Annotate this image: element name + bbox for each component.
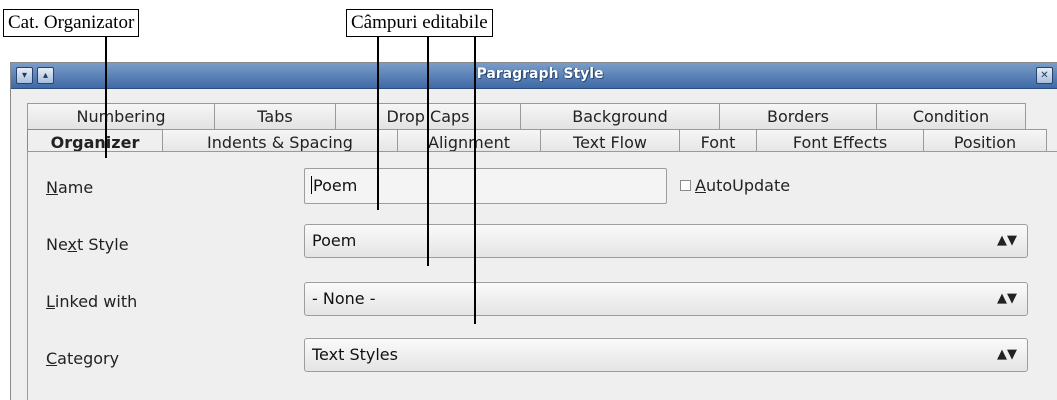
callout-editable-fields: Câmpuri editabile xyxy=(346,9,493,37)
name-input[interactable]: Poem xyxy=(304,168,667,204)
leader-next-style xyxy=(427,36,429,266)
category-label: Category xyxy=(46,349,120,368)
tab-borders[interactable]: Borders xyxy=(719,103,877,130)
close-icon[interactable]: ✕ xyxy=(1036,67,1053,84)
updown-arrows-icon: ▲▼ xyxy=(997,291,1017,306)
autoupdate-label: AutoUpdate xyxy=(695,176,791,195)
updown-arrows-icon: ▲▼ xyxy=(997,233,1017,248)
callout-editable-text: Câmpuri editabile xyxy=(351,12,488,33)
leader-organizer xyxy=(105,36,107,158)
tab-background[interactable]: Background xyxy=(520,103,720,130)
title-bar[interactable]: ▾ ▴ Paragraph Style ✕ xyxy=(11,63,1057,89)
leader-linked-with xyxy=(474,36,476,324)
callout-organizer: Cat. Organizator xyxy=(3,9,140,37)
linked-with-label: Linked with xyxy=(46,292,138,311)
tab-row-back: Numbering Tabs Drop Caps Background Bord… xyxy=(27,103,1026,130)
name-label: Name xyxy=(46,178,94,197)
dialog-title: Paragraph Style xyxy=(476,66,604,82)
tab-numbering[interactable]: Numbering xyxy=(27,103,215,130)
tab-condition[interactable]: Condition xyxy=(876,103,1026,130)
tab-tabs[interactable]: Tabs xyxy=(214,103,336,130)
updown-arrows-icon: ▲▼ xyxy=(997,347,1017,362)
category-select[interactable]: Text Styles ▲▼ xyxy=(304,338,1028,372)
organizer-panel: Name Poem AutoUpdate Net Stylext Style P… xyxy=(27,151,1057,400)
next-style-select[interactable]: Poem ▲▼ xyxy=(304,224,1028,258)
leader-name-field xyxy=(377,36,379,210)
autoupdate-checkbox[interactable] xyxy=(680,180,691,191)
linked-with-select[interactable]: - None - ▲▼ xyxy=(304,282,1028,316)
callout-organizer-text: Cat. Organizator xyxy=(8,12,135,33)
paragraph-style-dialog: ▾ ▴ Paragraph Style ✕ Numbering Tabs Dro… xyxy=(10,62,1057,400)
next-style-label: Net Stylext Style xyxy=(46,235,129,254)
